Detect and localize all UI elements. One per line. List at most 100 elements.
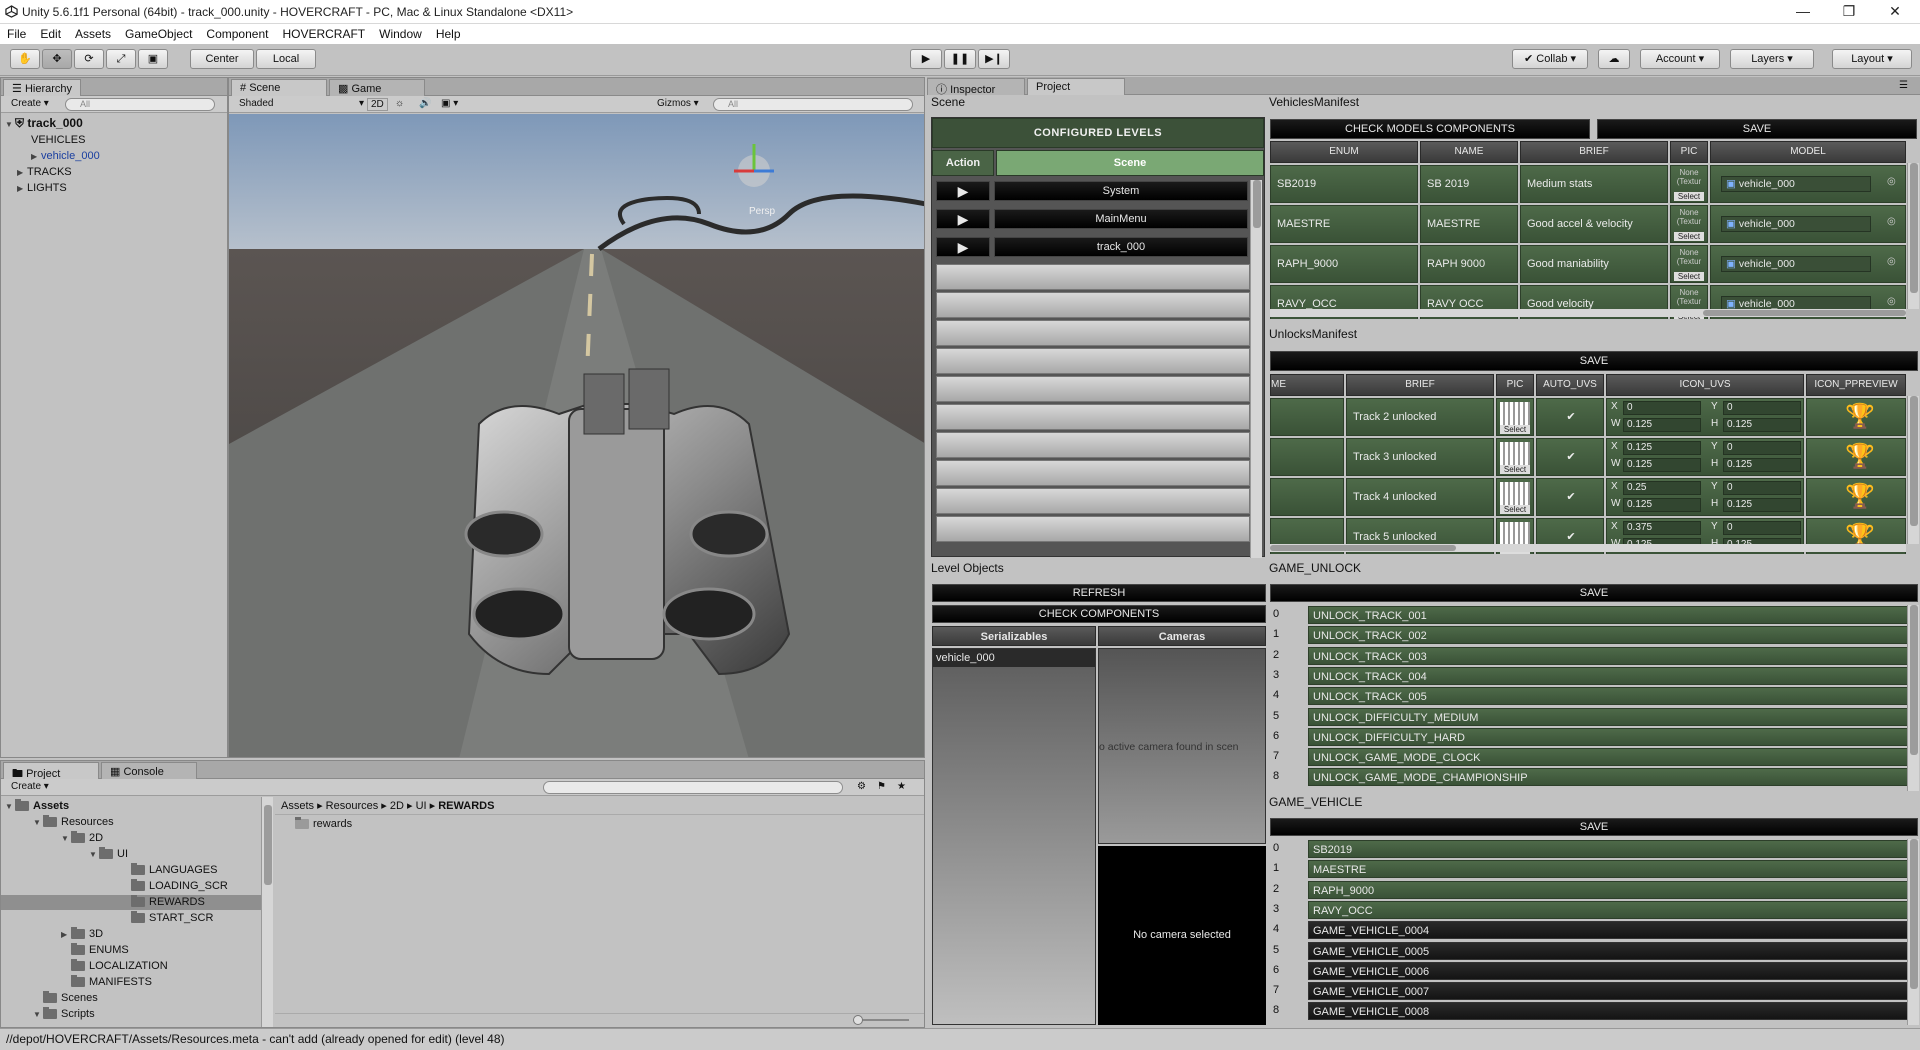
favorite-star-icon[interactable]: ★: [897, 781, 906, 792]
uv-w-input[interactable]: 0.125: [1623, 418, 1701, 432]
row-value-field[interactable]: RAPH_9000: [1308, 880, 1912, 899]
breadcrumb-item[interactable]: 2D: [390, 800, 404, 812]
breadcrumb-item[interactable]: UI: [416, 800, 427, 812]
gizmos-dropdown[interactable]: Gizmos ▾: [657, 98, 699, 109]
unlock-name-cell[interactable]: [1270, 438, 1344, 476]
rect-tool-button[interactable]: ▣: [138, 49, 168, 69]
game-unlock-row[interactable]: 7 UNLOCK_GAME_MODE_CLOCK: [1270, 747, 1920, 767]
layers-dropdown[interactable]: Layers ▾: [1730, 49, 1814, 69]
vehicle-enum-cell[interactable]: RAPH_9000: [1270, 245, 1418, 283]
pic-select-button[interactable]: Select: [1674, 232, 1704, 241]
pivot-local-button[interactable]: Local: [256, 49, 316, 69]
model-object-field[interactable]: ▣ vehicle_000: [1721, 176, 1871, 192]
game-vehicle-row[interactable]: 3 RAVY_OCC: [1270, 900, 1920, 920]
unlock-brief-cell[interactable]: Track 2 unlocked: [1346, 398, 1494, 436]
folder-2d[interactable]: ▼ 2D: [61, 831, 103, 846]
folder-rewards[interactable]: REWARDS: [1, 895, 261, 910]
uv-y-input[interactable]: 0: [1723, 401, 1801, 415]
unlock-pic-field[interactable]: Select: [1496, 478, 1534, 516]
vehicle-name-cell[interactable]: RAPH 9000: [1420, 245, 1518, 283]
scrollbar-thumb[interactable]: [1703, 310, 1906, 316]
row-value-field[interactable]: UNLOCK_DIFFICULTY_HARD: [1308, 727, 1912, 746]
scrollbar-thumb[interactable]: [1910, 839, 1918, 989]
folder-scripts[interactable]: ▼ Scripts: [33, 1007, 95, 1022]
game-unlock-row[interactable]: 3 UNLOCK_TRACK_004: [1270, 666, 1920, 686]
model-object-field[interactable]: ▣ vehicle_000: [1721, 216, 1871, 232]
object-picker-icon[interactable]: ◎: [1887, 296, 1896, 307]
unlock-name-cell[interactable]: [1270, 478, 1344, 516]
filter-label-icon[interactable]: ⚑: [877, 781, 886, 792]
menu-gameobject[interactable]: GameObject: [118, 24, 199, 41]
folder-manifests[interactable]: MANIFESTS: [71, 975, 152, 990]
scene-viewport[interactable]: Persp: [229, 114, 925, 758]
uv-x-input[interactable]: 0.125: [1623, 441, 1701, 455]
vehicles-scrollbar[interactable]: [1907, 163, 1919, 309]
hierarchy-item-vehicle-000[interactable]: ▶ vehicle_000: [31, 149, 100, 164]
folder-ui[interactable]: ▼ UI: [89, 847, 128, 862]
game-vehicle-save-button[interactable]: SAVE: [1270, 818, 1918, 836]
row-value-field[interactable]: GAME_VEHICLE_0007: [1308, 982, 1912, 1001]
game-vehicle-row[interactable]: 5 GAME_VEHICLE_0005: [1270, 941, 1920, 961]
scene-search-input[interactable]: All: [713, 98, 913, 111]
vehicles-save-button[interactable]: SAVE: [1597, 119, 1917, 139]
level-scene-field[interactable]: MainMenu: [994, 209, 1248, 229]
pic-select-button[interactable]: Select: [1500, 505, 1530, 514]
light-toggle-icon[interactable]: ☼: [395, 98, 404, 109]
restore-button[interactable]: ❐: [1826, 0, 1872, 24]
asset-item-rewards[interactable]: rewards: [295, 817, 352, 832]
row-value-field[interactable]: UNLOCK_DIFFICULTY_MEDIUM: [1308, 707, 1912, 726]
scrollbar-thumb[interactable]: [1270, 545, 1456, 551]
auto-uvs-checkbox[interactable]: ✔: [1565, 411, 1577, 423]
audio-toggle-icon[interactable]: 🔊: [419, 98, 431, 109]
game-unlock-row[interactable]: 0 UNLOCK_TRACK_001: [1270, 605, 1920, 625]
menu-assets[interactable]: Assets: [68, 24, 118, 41]
row-value-field[interactable]: UNLOCK_TRACK_004: [1308, 666, 1912, 685]
account-dropdown[interactable]: Account ▾: [1640, 49, 1720, 69]
tab-project[interactable]: 🖿 Project: [3, 762, 99, 780]
uv-h-input[interactable]: 0.125: [1723, 418, 1801, 432]
check-components-button[interactable]: CHECK COMPONENTS: [932, 605, 1266, 623]
vehicle-brief-cell[interactable]: Medium stats: [1520, 165, 1668, 203]
menu-file[interactable]: File: [0, 24, 33, 41]
pivot-center-button[interactable]: Center: [190, 49, 254, 69]
scrollbar-thumb[interactable]: [1910, 163, 1918, 293]
game-vehicle-row[interactable]: 1 MAESTRE: [1270, 859, 1920, 879]
scene-root-row[interactable]: ▼ ⛨ track_000: [5, 116, 83, 131]
unlock-pic-field[interactable]: Select: [1496, 438, 1534, 476]
row-value-field[interactable]: GAME_VEHICLE_0008: [1308, 1002, 1912, 1021]
row-value-field[interactable]: UNLOCK_GAME_MODE_CLOCK: [1308, 748, 1912, 767]
game-unlock-row[interactable]: 8 UNLOCK_GAME_MODE_CHAMPIONSHIP: [1270, 767, 1920, 787]
scrollbar-thumb[interactable]: [1910, 396, 1918, 526]
game-vehicle-scrollbar[interactable]: [1907, 839, 1919, 1025]
row-value-field[interactable]: GAME_VEHICLE_0004: [1308, 921, 1912, 940]
object-picker-icon[interactable]: ◎: [1887, 216, 1896, 227]
game-vehicle-row[interactable]: 8 GAME_VEHICLE_0008: [1270, 1001, 1920, 1021]
game-unlock-row[interactable]: 6 UNLOCK_DIFFICULTY_HARD: [1270, 727, 1920, 747]
game-unlock-row[interactable]: 1 UNLOCK_TRACK_002: [1270, 625, 1920, 645]
close-button[interactable]: ✕: [1872, 0, 1918, 24]
tab-scene[interactable]: # Scene: [231, 79, 327, 96]
folder-languages[interactable]: LANGUAGES: [131, 863, 217, 878]
project-search-input[interactable]: [543, 781, 843, 794]
unlock-name-cell[interactable]: [1270, 398, 1344, 436]
unlock-pic-field[interactable]: Select: [1496, 398, 1534, 436]
tab-console[interactable]: ▦ Console: [101, 762, 197, 779]
folder-scenes[interactable]: Scenes: [43, 991, 98, 1006]
menu-edit[interactable]: Edit: [33, 24, 68, 41]
pic-select-button[interactable]: Select: [1674, 272, 1704, 281]
game-vehicle-row[interactable]: 2 RAPH_9000: [1270, 880, 1920, 900]
folder-start-scr[interactable]: START_SCR: [131, 911, 213, 926]
pic-select-button[interactable]: Select: [1674, 192, 1704, 201]
tab-game[interactable]: ▩ Game: [329, 79, 425, 96]
vehicle-brief-cell[interactable]: Good maniability: [1520, 245, 1668, 283]
vehicle-enum-cell[interactable]: SB2019: [1270, 165, 1418, 203]
unlocks-save-button[interactable]: SAVE: [1270, 351, 1918, 371]
hand-tool-button[interactable]: ✋: [10, 49, 40, 69]
row-value-field[interactable]: UNLOCK_TRACK_003: [1308, 646, 1912, 665]
serializable-item[interactable]: vehicle_000: [933, 649, 1095, 667]
hierarchy-item-vehicles[interactable]: VEHICLES: [31, 133, 85, 148]
cloud-button[interactable]: ☁: [1598, 49, 1630, 69]
collab-dropdown[interactable]: ✔ Collab ▾: [1512, 49, 1588, 69]
scrollbar-thumb[interactable]: [1253, 180, 1261, 228]
row-value-field[interactable]: GAME_VEHICLE_0005: [1308, 941, 1912, 960]
